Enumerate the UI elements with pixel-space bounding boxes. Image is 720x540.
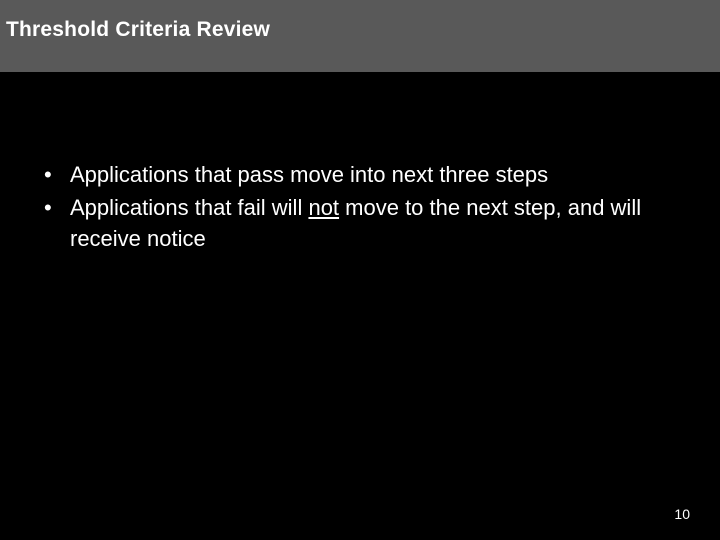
bullet-list: Applications that pass move into next th… (30, 160, 690, 254)
bullet-text: Applications that pass move into next th… (70, 162, 548, 187)
bullet-text-underline: not (308, 195, 339, 220)
list-item: Applications that fail will not move to … (30, 193, 690, 255)
slide-title: Threshold Criteria Review (6, 18, 714, 42)
page-number: 10 (674, 506, 690, 522)
bullet-text: Applications that fail will (70, 195, 308, 220)
slide-header: Threshold Criteria Review (0, 0, 720, 72)
slide-content: Applications that pass move into next th… (0, 72, 720, 254)
list-item: Applications that pass move into next th… (30, 160, 690, 191)
